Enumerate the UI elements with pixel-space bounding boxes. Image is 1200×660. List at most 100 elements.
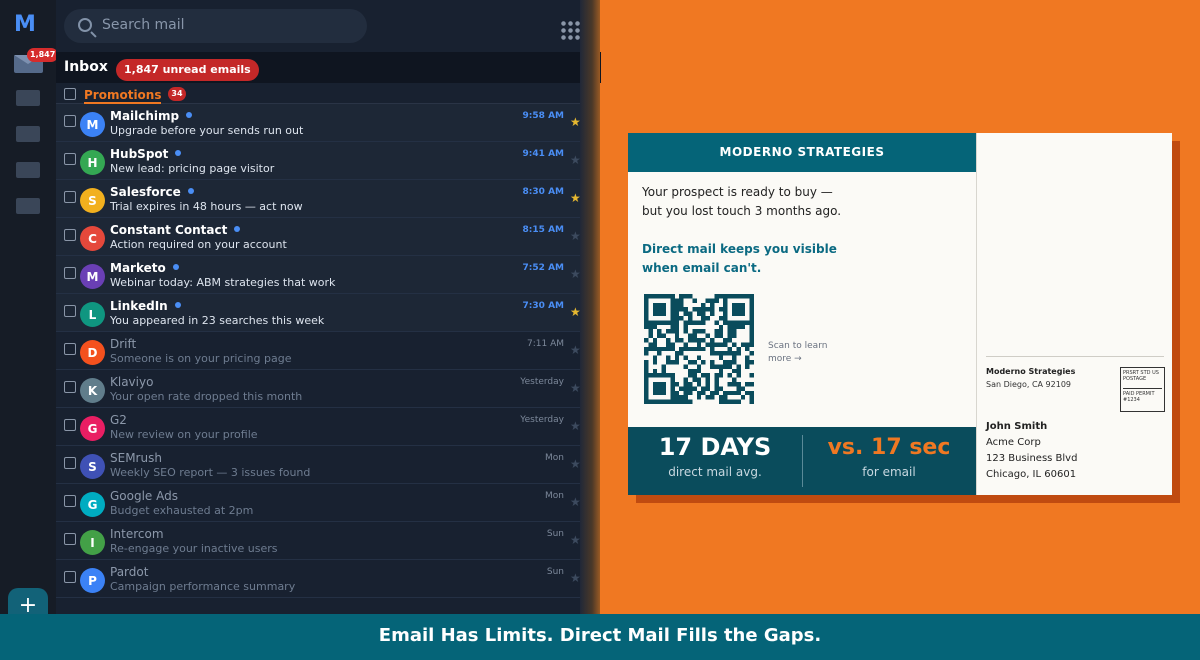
unread-dot-icon [234, 226, 241, 232]
email-stat-label: for email [862, 465, 916, 479]
unread-pill: 1,847 unread emails [116, 59, 259, 81]
headline-banner: Email Has Limits. Direct Mail Fills the … [0, 614, 1200, 660]
indicia-bottom: PAID PERMIT #1234 [1123, 391, 1155, 403]
row-checkbox[interactable] [64, 267, 76, 279]
avatar: M [80, 264, 105, 289]
highlight-line: when email can't. [642, 261, 762, 275]
avatar: I [80, 530, 105, 555]
labels-icon[interactable] [16, 198, 40, 214]
postage-indicia: PRSRT STD US POSTAGE PAID PERMIT #1234 [1120, 367, 1165, 412]
sender-name: Intercom [110, 527, 164, 541]
sender-name: Marketo [110, 261, 179, 275]
email-time: 7:11 AM [527, 339, 564, 349]
email-time: Mon [545, 453, 564, 463]
email-row[interactable]: M Mailchimp Upgrade before your sends run … [56, 104, 581, 142]
unread-dot-icon [174, 302, 181, 308]
left-rail: M 1,847 + [0, 0, 59, 624]
email-row[interactable]: G Google Ads Budget exhausted at 2pm Mon ★ [56, 484, 581, 522]
email-subject: Webinar today: ABM strategies that work [110, 276, 336, 289]
row-checkbox[interactable] [64, 419, 76, 431]
sender-name: Pardot [110, 565, 149, 579]
postcard-message-side: MODERNO STRATEGIES Your prospect is read… [628, 133, 976, 495]
inbox-title[interactable]: Inbox [64, 59, 108, 75]
row-checkbox[interactable] [64, 571, 76, 583]
email-time: 8:30 AM [522, 187, 564, 197]
email-time: 7:30 AM [522, 301, 564, 311]
email-list: M Mailchimp Upgrade before your sends run … [56, 104, 581, 598]
recipient-street: 123 Business Blvd [986, 453, 1078, 464]
chat-icon[interactable] [16, 90, 40, 106]
postcard: MODERNO STRATEGIES Your prospect is read… [628, 133, 1172, 495]
row-checkbox[interactable] [64, 343, 76, 355]
row-checkbox[interactable] [64, 115, 76, 127]
email-subject: Action required on your account [110, 238, 287, 251]
sender-name: Constant Contact [110, 223, 241, 237]
avatar: D [80, 340, 105, 365]
sender-name: G2 [110, 413, 127, 427]
sender-name: HubSpot [110, 147, 182, 161]
avatar: G [80, 416, 105, 441]
sender-name: SEMrush [110, 451, 162, 465]
email-time: Mon [545, 491, 564, 501]
sender-name: Salesforce [110, 185, 194, 199]
email-row[interactable]: C Constant Contact Action required on your… [56, 218, 581, 256]
sender-name: Mailchimp [110, 109, 193, 123]
email-row[interactable]: G G2 New review on your profile Yesterday ★ [56, 408, 581, 446]
unread-dot-icon [187, 188, 194, 194]
scan-caption: more → [768, 354, 802, 364]
sender-name: LinkedIn [110, 299, 181, 313]
row-checkbox[interactable] [64, 191, 76, 203]
email-row[interactable]: S SEMrush Weekly SEO report — 3 issues fou… [56, 446, 581, 484]
sender-name: Klaviyo [110, 375, 154, 389]
email-subject: Someone is on your pricing page [110, 352, 292, 365]
select-all-checkbox[interactable] [64, 88, 76, 100]
email-row[interactable]: H HubSpot New lead: pricing page visitor 9:… [56, 142, 581, 180]
indicia-rule [1123, 388, 1162, 389]
message-line: but you lost touch 3 months ago. [642, 204, 842, 218]
spaces-icon[interactable] [16, 162, 40, 178]
row-checkbox[interactable] [64, 381, 76, 393]
panel-shadow [580, 0, 600, 614]
email-row[interactable]: P Pardot Campaign performance summary Sun ★ [56, 560, 581, 598]
email-subject: New review on your profile [110, 428, 258, 441]
search-placeholder: Search mail [102, 17, 185, 33]
row-checkbox[interactable] [64, 495, 76, 507]
indicia-top: PRSRT STD US POSTAGE [1123, 370, 1159, 382]
email-row[interactable]: K Klaviyo Your open rate dropped this mont… [56, 370, 581, 408]
return-address-name: Moderno Strategies [986, 367, 1076, 376]
email-row[interactable]: D Drift Someone is on your pricing page 7:1… [56, 332, 581, 370]
email-row[interactable]: L LinkedIn You appeared in 23 searches thi… [56, 294, 581, 332]
row-checkbox[interactable] [64, 229, 76, 241]
avatar: G [80, 492, 105, 517]
row-checkbox[interactable] [64, 457, 76, 469]
avatar: C [80, 226, 105, 251]
email-row[interactable]: S Salesforce Trial expires in 48 hours — a… [56, 180, 581, 218]
avatar: S [80, 188, 105, 213]
message-line: Your prospect is ready to buy — [642, 185, 833, 199]
return-address-city: San Diego, CA 92109 [986, 380, 1072, 389]
email-time: 8:15 AM [522, 225, 564, 235]
avatar: H [80, 150, 105, 175]
tab-promotions[interactable]: Promotions [84, 88, 162, 105]
recipient-name: John Smith [986, 421, 1048, 432]
email-panel: Search mail Inbox 1,847 unread emails Pr… [56, 0, 601, 614]
address-rule [986, 356, 1164, 357]
recipient-company: Acme Corp [986, 437, 1041, 448]
unread-dot-icon [186, 112, 193, 118]
email-time: 9:58 AM [522, 111, 564, 121]
postcard-divider [976, 133, 977, 495]
app-logo[interactable]: M [14, 12, 36, 37]
row-checkbox[interactable] [64, 153, 76, 165]
email-subject: Budget exhausted at 2pm [110, 504, 254, 517]
search-input[interactable]: Search mail [64, 9, 367, 43]
category-row: Promotions 34 [56, 84, 580, 105]
email-time: 7:52 AM [522, 263, 564, 273]
email-time: Sun [546, 529, 564, 539]
apps-grid-icon[interactable] [560, 20, 582, 42]
meet-icon[interactable] [16, 126, 40, 142]
email-row[interactable]: I Intercom Re-engage your inactive users Su… [56, 522, 581, 560]
email-row[interactable]: M Marketo Webinar today: ABM strategies th… [56, 256, 581, 294]
row-checkbox[interactable] [64, 305, 76, 317]
avatar: S [80, 454, 105, 479]
row-checkbox[interactable] [64, 533, 76, 545]
